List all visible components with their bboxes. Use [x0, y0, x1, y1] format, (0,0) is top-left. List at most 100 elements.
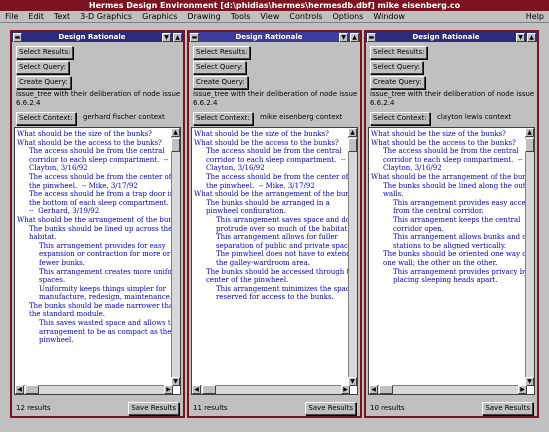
argument-item[interactable]: corridor open.: [371, 225, 534, 234]
horizontal-scroll-thumb[interactable]: [202, 385, 216, 394]
select-context-button[interactable]: Select Context:: [193, 112, 253, 125]
horizontal-scroll-thumb[interactable]: [25, 385, 39, 394]
system-menu-icon[interactable]: ▬: [367, 32, 376, 42]
select-query-button[interactable]: Select Query:: [16, 61, 69, 74]
answer-item[interactable]: walls.: [371, 190, 534, 199]
answer-item[interactable]: -- Gerhard, 3/19/92: [17, 207, 180, 216]
answer-item[interactable]: The bunks should be lined along the oute…: [371, 182, 534, 191]
answer-item[interactable]: The bunks should be oriented one way on: [371, 250, 534, 259]
issue-item[interactable]: What should be the size of the bunks?: [17, 130, 180, 139]
scroll-right-icon[interactable]: ▶: [341, 385, 350, 394]
save-results-button[interactable]: Save Results: [482, 402, 533, 415]
menu-help[interactable]: Help: [521, 11, 549, 22]
argument-item[interactable]: This arrangement keeps the central: [371, 216, 534, 225]
scroll-up-icon[interactable]: ▲: [171, 128, 180, 137]
horizontal-scroll-thumb[interactable]: [379, 385, 393, 394]
scroll-up-icon[interactable]: ▲: [348, 128, 357, 137]
answer-item[interactable]: The bunks should be arranged in a: [194, 199, 357, 208]
horizontal-scrollbar[interactable]: ◀ ▶: [15, 385, 173, 394]
vertical-scroll-thumb[interactable]: [525, 138, 534, 152]
save-results-button[interactable]: Save Results: [128, 402, 179, 415]
scroll-right-icon[interactable]: ▶: [164, 385, 173, 394]
answer-item[interactable]: the bottom of each sleep compartment.: [17, 199, 180, 208]
menu-edit[interactable]: Edit: [23, 11, 49, 22]
create-query-button[interactable]: Create Query:: [370, 76, 425, 89]
argument-item[interactable]: from the central corridor.: [371, 207, 534, 216]
argument-item[interactable]: fewer bunks.: [17, 259, 180, 268]
answer-item[interactable]: The access should be from the central: [17, 147, 180, 156]
select-results-button[interactable]: Select Results:: [193, 46, 251, 59]
argument-item[interactable]: Uniformity keeps things simpler for: [17, 285, 180, 294]
menu-text[interactable]: Text: [49, 11, 75, 22]
issue-item[interactable]: What should be the size of the bunks?: [194, 130, 357, 139]
menu-tools[interactable]: Tools: [226, 11, 256, 22]
argument-item[interactable]: This arrangement saves space and does no…: [194, 216, 357, 225]
argument-item[interactable]: reserved for access to the bunks.: [194, 293, 357, 302]
menu-window[interactable]: Window: [368, 11, 410, 22]
system-menu-icon[interactable]: ▬: [190, 32, 199, 42]
vertical-scrollbar[interactable]: ▲ ▼: [348, 128, 357, 386]
argument-item[interactable]: This arrangement minimizes the space: [194, 285, 357, 294]
vertical-scrollbar[interactable]: ▲ ▼: [525, 128, 534, 386]
pane-titlebar[interactable]: ▬ Design Rationale ▼ ▲: [366, 32, 537, 42]
pane-titlebar[interactable]: ▬ Design Rationale ▼ ▲: [189, 32, 360, 42]
maximize-icon[interactable]: ▲: [527, 32, 536, 42]
argument-item[interactable]: This saves wasted space and allows this: [17, 319, 180, 328]
menu-3d-graphics[interactable]: 3-D Graphics: [75, 11, 137, 22]
scroll-right-icon[interactable]: ▶: [518, 385, 527, 394]
create-query-button[interactable]: Create Query:: [16, 76, 71, 89]
answer-item[interactable]: corridor to each sleep compartment. --: [17, 156, 180, 165]
scroll-up-icon[interactable]: ▲: [525, 128, 534, 137]
answer-item[interactable]: center of the pinwheel.: [194, 276, 357, 285]
maximize-icon[interactable]: ▲: [173, 32, 182, 42]
select-context-button[interactable]: Select Context:: [370, 112, 430, 125]
argument-item[interactable]: This arrangement creates more uniform: [17, 268, 180, 277]
issue-item[interactable]: What should be the arrangement of the bu…: [371, 173, 534, 182]
scroll-left-icon[interactable]: ◀: [15, 385, 24, 394]
issue-item[interactable]: What should be the access to the bunks?: [17, 139, 180, 148]
issue-item[interactable]: What should be the size of the bunks?: [371, 130, 534, 139]
issue-item[interactable]: What should be the access to the bunks?: [194, 139, 357, 148]
menu-graphics[interactable]: Graphics: [137, 11, 182, 22]
menu-file[interactable]: File: [0, 11, 23, 22]
vertical-scroll-thumb[interactable]: [171, 138, 180, 152]
minimize-icon[interactable]: ▼: [339, 32, 348, 42]
select-results-button[interactable]: Select Results:: [16, 46, 74, 59]
answer-item[interactable]: one wall; the other on the other.: [371, 259, 534, 268]
scroll-left-icon[interactable]: ◀: [192, 385, 201, 394]
vertical-scroll-thumb[interactable]: [348, 138, 357, 152]
vertical-scrollbar[interactable]: ▲ ▼: [171, 128, 180, 386]
horizontal-scrollbar[interactable]: ◀ ▶: [369, 385, 527, 394]
select-results-button[interactable]: Select Results:: [370, 46, 428, 59]
results-listbox[interactable]: What should be the size of the bunks? Wha…: [368, 127, 535, 395]
answer-item[interactable]: The access should be from the central: [194, 147, 357, 156]
answer-item[interactable]: Clayton, 3/16/92: [17, 164, 180, 173]
select-query-button[interactable]: Select Query:: [193, 61, 246, 74]
horizontal-scrollbar[interactable]: ◀ ▶: [192, 385, 350, 394]
argument-item[interactable]: This arrangement provides easy access: [371, 199, 534, 208]
argument-item[interactable]: protrude over so much of the habitat.: [194, 225, 357, 234]
argument-item[interactable]: This arrangement provides for easy: [17, 242, 180, 251]
minimize-icon[interactable]: ▼: [162, 32, 171, 42]
create-query-button[interactable]: Create Query:: [193, 76, 248, 89]
answer-item[interactable]: Clayton, 3/16/92: [371, 164, 534, 173]
answer-item[interactable]: The access should be from the center of: [17, 173, 180, 182]
argument-item[interactable]: placing sleeping heads apart.: [371, 276, 534, 285]
issue-item[interactable]: What should be the access to the bunks?: [371, 139, 534, 148]
menu-options[interactable]: Options: [327, 11, 368, 22]
answer-item[interactable]: habitat.: [17, 233, 180, 242]
select-context-button[interactable]: Select Context:: [16, 112, 76, 125]
answer-item[interactable]: The access should be from a trap door in: [17, 190, 180, 199]
answer-item[interactable]: The bunks should be made narrower than: [17, 302, 180, 311]
pane-titlebar[interactable]: ▬ Design Rationale ▼ ▲: [12, 32, 183, 42]
answer-item[interactable]: Clayton, 3/16/92: [194, 164, 357, 173]
argument-item[interactable]: arrangement to be as compact as the: [17, 328, 180, 337]
menu-controls[interactable]: Controls: [284, 11, 327, 22]
scroll-left-icon[interactable]: ◀: [369, 385, 378, 394]
answer-item[interactable]: The bunks should be lined up across the: [17, 225, 180, 234]
answer-item[interactable]: corridor to each sleep compartment. --: [371, 156, 534, 165]
menu-drawing[interactable]: Drawing: [182, 11, 225, 22]
minimize-icon[interactable]: ▼: [516, 32, 525, 42]
answer-item[interactable]: corridor to each sleep compartment. --: [194, 156, 357, 165]
argument-item[interactable]: This arrangement allows for fuller: [194, 233, 357, 242]
